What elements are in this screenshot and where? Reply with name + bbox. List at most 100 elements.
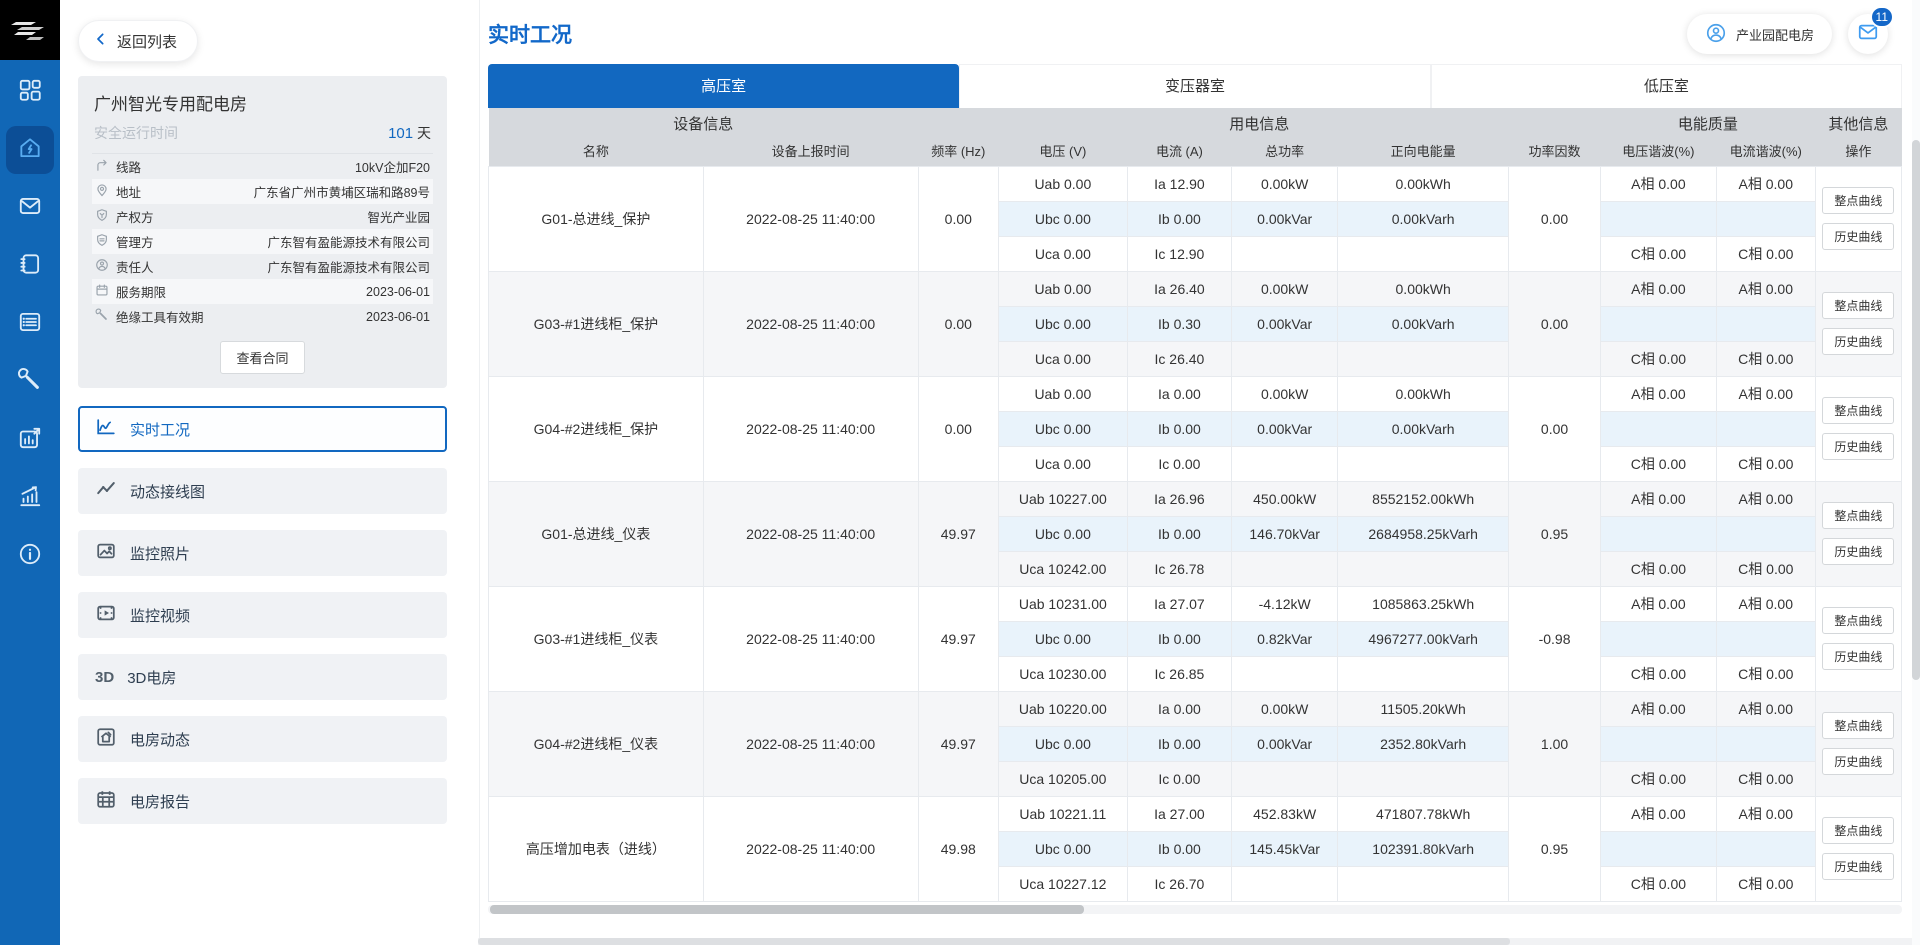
current-harmonic-cell: [1716, 726, 1815, 761]
voltage-cell: Uab 10227.00: [999, 481, 1128, 516]
menu-item-3d-room[interactable]: 3D 3D电房: [78, 654, 447, 700]
forward-energy-cell: 0.00kWh: [1338, 271, 1509, 306]
sidebar-item-about[interactable]: [6, 532, 54, 580]
tab-transformer-room[interactable]: 变压器室: [959, 64, 1430, 108]
history-curve-button[interactable]: 历史曲线: [1822, 853, 1894, 880]
voltage-harmonic-cell: A相 0.00: [1600, 166, 1716, 201]
history-curve-button[interactable]: 历史曲线: [1822, 223, 1894, 250]
current-harmonic-cell: A相 0.00: [1716, 481, 1815, 516]
menu-item-wiring-diagram[interactable]: 动态接线图: [78, 468, 447, 514]
safe-run-label: 安全运行时间: [94, 123, 178, 143]
voltage-cell: Uab 10231.00: [999, 586, 1128, 621]
history-curve-button[interactable]: 历史曲线: [1822, 538, 1894, 565]
sidebar-item-station[interactable]: [6, 126, 54, 174]
voltage-harmonic-cell: C相 0.00: [1600, 866, 1716, 901]
table-horizontal-scrollbar-thumb[interactable]: [490, 905, 1084, 914]
menu-item-room-activity[interactable]: 电房动态: [78, 716, 447, 762]
hourly-curve-button[interactable]: 整点曲线: [1822, 187, 1894, 214]
station-menu: 实时工况 动态接线图 监控照片 监控视频 3D 3D电房 电房动态 电房报告: [78, 406, 447, 824]
user-circle-icon: [1705, 22, 1727, 47]
voltage-cell: Uca 10227.12: [999, 866, 1128, 901]
history-curve-button[interactable]: 历史曲线: [1822, 643, 1894, 670]
total-power-cell: 0.00kW: [1232, 376, 1338, 411]
hourly-curve-button[interactable]: 整点曲线: [1822, 502, 1894, 529]
power-factor-cell: 0.00: [1509, 376, 1601, 481]
menu-item-label: 电房动态: [130, 729, 190, 750]
forward-energy-cell: 11505.20kWh: [1338, 691, 1509, 726]
page-horizontal-scrollbar-thumb[interactable]: [478, 938, 1510, 945]
hourly-curve-button[interactable]: 整点曲线: [1822, 397, 1894, 424]
total-power-cell: [1232, 761, 1338, 796]
current-cell: Ia 27.00: [1127, 796, 1232, 831]
station-switcher-button[interactable]: 产业园配电房: [1687, 14, 1832, 54]
location-icon: [95, 183, 109, 200]
trend-up-icon: [17, 483, 43, 514]
total-power-cell: -4.12kW: [1232, 586, 1338, 621]
safe-run-value: 101 天: [388, 123, 431, 143]
sidebar-item-records[interactable]: [6, 300, 54, 348]
tab-low-voltage-room[interactable]: 低压室: [1431, 64, 1902, 108]
hourly-curve-button[interactable]: 整点曲线: [1822, 712, 1894, 739]
current-cell: Ib 0.00: [1127, 201, 1232, 236]
menu-item-label: 3D电房: [127, 667, 176, 688]
menu-item-photos[interactable]: 监控照片: [78, 530, 447, 576]
hourly-curve-button[interactable]: 整点曲线: [1822, 817, 1894, 844]
frequency-cell: 0.00: [918, 166, 999, 271]
station-info-rows: 线路 10kV企加F20 地址 广东省广州市黄埔区瑞和路89号 产权方 智光产业…: [92, 154, 433, 329]
hourly-curve-button[interactable]: 整点曲线: [1822, 292, 1894, 319]
frequency-cell: 49.97: [918, 586, 999, 691]
forward-energy-cell: 2684958.25kVarh: [1338, 516, 1509, 551]
voltage-harmonic-cell: [1600, 831, 1716, 866]
sidebar-item-maintenance[interactable]: [6, 358, 54, 406]
realtime-table: 设备信息 用电信息 电能质量 其他信息 名称 设备上报时间 频率 (Hz) 电压…: [488, 108, 1902, 902]
3d-icon: 3D: [95, 669, 114, 686]
current-cell: Ic 26.40: [1127, 341, 1232, 376]
voltage-cell: Uca 10242.00: [999, 551, 1128, 586]
wrench-icon: [17, 367, 43, 398]
tab-high-voltage-room[interactable]: 高压室: [488, 64, 959, 108]
forward-energy-cell: 0.00kWh: [1338, 166, 1509, 201]
frequency-cell: 0.00: [918, 376, 999, 481]
device-name-cell: G01-总进线_仪表: [489, 481, 704, 586]
forward-energy-cell: 102391.80kVarh: [1338, 831, 1509, 866]
total-power-cell: 0.00kW: [1232, 166, 1338, 201]
history-curve-button[interactable]: 历史曲线: [1822, 433, 1894, 460]
forward-energy-cell: [1338, 656, 1509, 691]
sidebar-item-reports[interactable]: [6, 416, 54, 464]
view-contract-button[interactable]: 查看合同: [220, 341, 304, 374]
grid-icon: [17, 77, 43, 108]
total-power-cell: 0.00kW: [1232, 691, 1338, 726]
menu-item-label: 监控照片: [130, 543, 190, 564]
voltage-harmonic-cell: C相 0.00: [1600, 341, 1716, 376]
current-cell: Ia 27.07: [1127, 586, 1232, 621]
current-harmonic-cell: A相 0.00: [1716, 271, 1815, 306]
device-name-cell: G01-总进线_保护: [489, 166, 704, 271]
current-harmonic-cell: [1716, 831, 1815, 866]
sidebar-item-apps[interactable]: [6, 68, 54, 116]
frequency-cell: 49.98: [918, 796, 999, 901]
history-curve-button[interactable]: 历史曲线: [1822, 328, 1894, 355]
total-power-cell: [1232, 236, 1338, 271]
menu-item-video[interactable]: 监控视频: [78, 592, 447, 638]
menu-item-realtime[interactable]: 实时工况: [78, 406, 447, 452]
current-cell: Ia 12.90: [1127, 166, 1232, 201]
page-vertical-scrollbar-thumb[interactable]: [1912, 140, 1920, 680]
table-body: G01-总进线_保护2022-08-25 11:40:000.00Uab 0.0…: [489, 166, 1902, 901]
info-row-manager: 管理方 广东智有盈能源技术有限公司: [92, 229, 433, 254]
notifications-button[interactable]: 11: [1848, 14, 1888, 54]
history-curve-button[interactable]: 历史曲线: [1822, 748, 1894, 775]
hourly-curve-button[interactable]: 整点曲线: [1822, 607, 1894, 634]
current-cell: Ib 0.00: [1127, 516, 1232, 551]
sidebar-item-messages[interactable]: [6, 184, 54, 232]
page-title: 实时工况: [488, 19, 572, 49]
sidebar-item-notebook[interactable]: [6, 242, 54, 290]
sidebar-item-analysis[interactable]: [6, 474, 54, 522]
voltage-cell: Ubc 0.00: [999, 516, 1128, 551]
current-cell: Ib 0.00: [1127, 726, 1232, 761]
forward-energy-cell: 0.00kVarh: [1338, 306, 1509, 341]
voltage-cell: Ubc 0.00: [999, 831, 1128, 866]
menu-item-label: 电房报告: [130, 791, 190, 812]
back-button[interactable]: 返回列表: [78, 20, 198, 62]
col-current: 电流 (A): [1127, 136, 1232, 166]
menu-item-room-report[interactable]: 电房报告: [78, 778, 447, 824]
